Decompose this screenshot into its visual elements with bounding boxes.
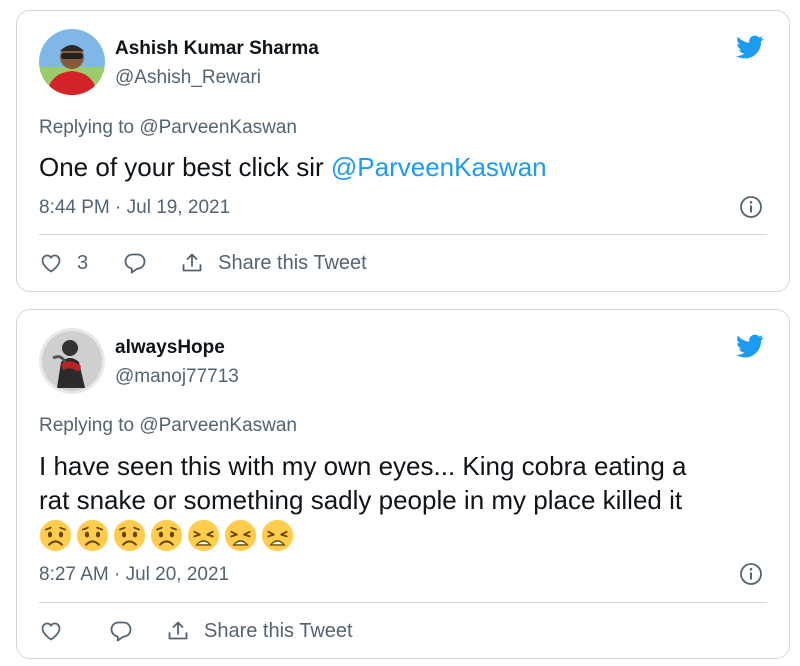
heart-icon (39, 251, 63, 275)
weary-face-emoji-icon (187, 519, 220, 552)
like-button[interactable]: 3 (39, 251, 88, 275)
like-button[interactable] (39, 619, 63, 643)
reply-icon (123, 251, 147, 275)
worried-face-emoji-icon (113, 519, 146, 552)
author-handle[interactable]: @manoj77713 (115, 366, 239, 388)
profile-photo (39, 29, 105, 95)
share-label: Share this Tweet (204, 619, 353, 642)
author-name[interactable]: Ashish Kumar Sharma (115, 38, 319, 60)
reply-icon (109, 619, 133, 643)
share-button[interactable]: Share this Tweet (180, 251, 367, 275)
share-icon (166, 619, 190, 643)
divider (39, 234, 767, 235)
tweet-text: I have seen this with my own eyes... Kin… (39, 449, 769, 552)
tweet-text-body: One of your best click sir (39, 152, 331, 182)
replying-to: Replying to @ParveenKaswan (39, 415, 297, 436)
twitter-bird-icon[interactable] (733, 33, 767, 61)
emoji-row (39, 519, 769, 552)
share-icon (180, 251, 204, 275)
mention-link[interactable]: @ParveenKaswan (331, 152, 547, 182)
tweet-timestamp[interactable]: 8:44 PM · Jul 19, 2021 (39, 197, 230, 219)
info-icon[interactable] (739, 195, 763, 219)
tweet-card[interactable]: alwaysHope @manoj77713 Replying to @Parv… (16, 309, 790, 659)
like-count: 3 (77, 251, 89, 274)
weary-face-emoji-icon (261, 519, 294, 552)
tweet-actions: Share this Tweet (39, 619, 353, 643)
avatar[interactable] (39, 29, 105, 95)
tweet-card[interactable]: Ashish Kumar Sharma @Ashish_Rewari Reply… (16, 10, 790, 292)
tweet-text-line: I have seen this with my own eyes... Kin… (39, 451, 687, 481)
avatar[interactable] (39, 328, 105, 394)
worried-face-emoji-icon (150, 519, 183, 552)
divider (39, 602, 767, 603)
tweet-actions: 3 Share this Tweet (39, 251, 367, 275)
twitter-bird-icon[interactable] (733, 332, 767, 360)
worried-face-emoji-icon (76, 519, 109, 552)
profile-photo (39, 328, 105, 394)
worried-face-emoji-icon (39, 519, 72, 552)
author-name[interactable]: alwaysHope (115, 337, 225, 359)
tweet-text-line: rat snake or something sadly people in m… (39, 485, 683, 515)
reply-button[interactable] (123, 251, 147, 275)
reply-button[interactable] (109, 619, 133, 643)
share-label: Share this Tweet (218, 251, 367, 274)
heart-icon (39, 619, 63, 643)
share-button[interactable]: Share this Tweet (166, 619, 353, 643)
tweet-timestamp[interactable]: 8:27 AM · Jul 20, 2021 (39, 564, 229, 586)
author-handle[interactable]: @Ashish_Rewari (115, 67, 261, 89)
tweet-text: One of your best click sir @ParveenKaswa… (39, 150, 769, 184)
info-icon[interactable] (739, 562, 763, 586)
weary-face-emoji-icon (224, 519, 257, 552)
replying-to: Replying to @ParveenKaswan (39, 117, 297, 138)
